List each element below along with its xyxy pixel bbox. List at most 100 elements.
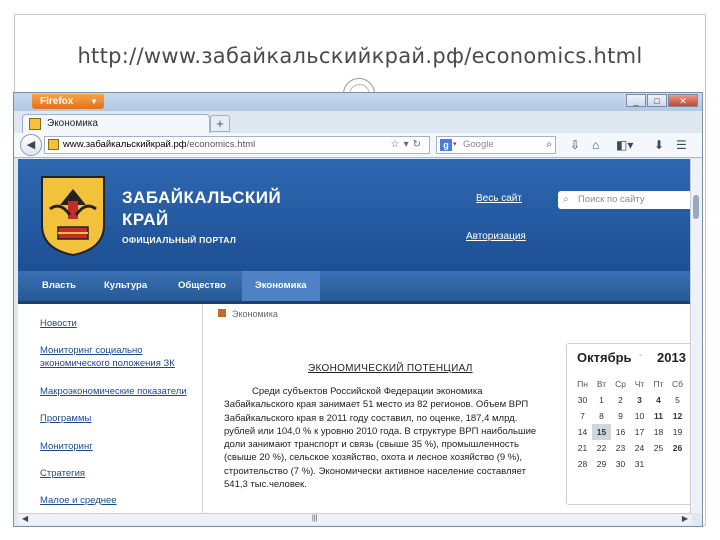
menu-item-obshchestvo[interactable]: Общество [178, 271, 226, 301]
calendar-day[interactable]: 28 [573, 456, 592, 472]
google-icon[interactable]: g [440, 139, 452, 151]
vertical-scroll-thumb[interactable] [693, 195, 699, 219]
search-icon: ⌕ [563, 194, 569, 205]
calendar-day[interactable]: 5 [668, 392, 687, 408]
sidebar: Новости Мониторинг социально экономическ… [18, 304, 203, 513]
save-icon[interactable]: ⬇ [654, 138, 664, 152]
whole-site-link[interactable]: Весь сайт [476, 193, 522, 204]
sidebar-item-programs[interactable]: Программы [40, 412, 91, 425]
maximize-button[interactable]: □ [647, 94, 667, 107]
calendar-weekday: Пт [653, 379, 664, 389]
calendar-day[interactable]: 17 [630, 424, 649, 440]
calendar-day[interactable]: 30 [573, 392, 592, 408]
calendar-day[interactable] [668, 456, 687, 472]
vertical-scrollbar[interactable] [690, 159, 702, 513]
firefox-menu-button[interactable]: Firefox ▼ [32, 94, 104, 109]
site-name: ЗАБАЙКАЛЬСКИЙ КРАЙ [122, 187, 281, 231]
site-header: ЗАБАЙКАЛЬСКИЙ КРАЙ ОФИЦИАЛЬНЫЙ ПОРТАЛ Ве… [18, 159, 692, 271]
home-breadcrumb-icon[interactable] [218, 309, 226, 317]
addon-icon[interactable]: ◧▾ [616, 138, 633, 152]
calendar-day-today[interactable]: 15 [592, 424, 611, 440]
back-button[interactable]: ◀ [20, 134, 42, 156]
breadcrumb: Экономика [218, 309, 278, 319]
sidebar-item-monitoring-1[interactable]: Мониторинг социально [40, 344, 143, 357]
site-search-placeholder: Поиск по сайту [578, 194, 645, 205]
scroll-right-icon[interactable]: ▶ [682, 514, 688, 523]
minimize-button[interactable]: _ [626, 94, 646, 107]
slide-title: http://www.забайкальскийкрай.рф/economic… [77, 44, 643, 68]
calendar-year[interactable]: 2013 [657, 350, 686, 365]
calendar-day[interactable]: 10 [630, 408, 649, 424]
tab-favicon-icon [29, 118, 41, 130]
close-button[interactable]: ✕ [668, 94, 698, 107]
sidebar-item-monitoring-2[interactable]: экономического положения ЗК [40, 357, 175, 370]
calendar-weekday: Чт [634, 379, 645, 389]
sidebar-item-small-business[interactable]: Малое и среднее [40, 494, 117, 507]
calendar-weekday: Сб [671, 379, 683, 389]
sidebar-item-macro[interactable]: Макроэкономические показатели [40, 385, 187, 398]
calendar-day[interactable]: 26 [668, 440, 687, 456]
calendar-day[interactable]: 11 [649, 408, 668, 424]
calendar-day[interactable]: 23 [611, 440, 630, 456]
calendar-day[interactable]: 30 [611, 456, 630, 472]
menu-icon[interactable]: ☰ [676, 138, 687, 152]
calendar-day[interactable]: 25 [649, 440, 668, 456]
calendar-day[interactable]: 3 [630, 392, 649, 408]
navigation-bar: ◀ www.забайкальскийкрай.рф/economics.htm… [14, 133, 702, 158]
calendar-day[interactable]: 1 [592, 392, 611, 408]
calendar-day[interactable]: 12 [668, 408, 687, 424]
engine-dropdown-icon[interactable]: ▾ [453, 137, 457, 153]
calendar-day[interactable]: 22 [592, 440, 611, 456]
sidebar-item-news[interactable]: Новости [40, 317, 77, 330]
url-bar-actions[interactable]: ☆▾↻ [391, 137, 425, 153]
calendar-weekday: Пн [577, 379, 588, 389]
calendar-day[interactable]: 8 [592, 408, 611, 424]
menu-item-ekonomika[interactable]: Экономика [242, 271, 320, 301]
calendar-widget: Октябрь - 2013 Пн Вт Ср Чт Пт Сб 30 1 2 … [566, 343, 692, 505]
site-search-input[interactable]: ⌕ Поиск по сайту [558, 191, 692, 209]
horizontal-scrollbar[interactable]: ◀ ||| ▶ [18, 513, 692, 525]
tab-economics[interactable]: Экономика [22, 114, 210, 133]
menu-item-vlast[interactable]: Власть [42, 271, 76, 301]
downloads-icon[interactable]: ⇩ [570, 138, 580, 152]
search-engine-label: Google [463, 139, 494, 150]
browser-window: Firefox ▼ _ □ ✕ Экономика + ◀ www.забайка… [13, 92, 703, 527]
tab-title: Экономика [47, 118, 98, 129]
sidebar-item-monitoring[interactable]: Мониторинг [40, 440, 93, 453]
search-go-icon[interactable]: ⌕ [546, 137, 552, 153]
calendar-day[interactable]: 2 [611, 392, 630, 408]
content-paragraph: Среди субъектов Российской Федерации эко… [224, 386, 537, 491]
menu-item-kultura[interactable]: Культура [104, 271, 147, 301]
calendar-day[interactable]: 4 [649, 392, 668, 408]
calendar-day[interactable]: 18 [649, 424, 668, 440]
scroll-left-icon[interactable]: ◀ [22, 514, 28, 523]
breadcrumb-current: Экономика [232, 309, 278, 319]
url-bar[interactable]: www.забайкальскийкрай.рф/economics.html … [44, 136, 430, 154]
new-tab-button[interactable]: + [210, 115, 230, 132]
url-path: /economics.html [186, 139, 256, 150]
calendar-day[interactable]: 16 [611, 424, 630, 440]
calendar-day[interactable]: 7 [573, 408, 592, 424]
calendar-grid: Пн Вт Ср Чт Пт Сб 30 1 2 3 4 5 7 8 9 10 … [573, 376, 687, 472]
site-name-line-1: ЗАБАЙКАЛЬСКИЙ [122, 188, 282, 207]
url-domain: www.забайкальскийкрай.рф [63, 139, 187, 150]
calendar-day[interactable]: 31 [630, 456, 649, 472]
calendar-month[interactable]: Октябрь [577, 350, 632, 365]
calendar-day[interactable]: 21 [573, 440, 592, 456]
calendar-weekday: Ср [615, 379, 626, 389]
calendar-day[interactable]: 9 [611, 408, 630, 424]
content-heading: ЭКОНОМИЧЕСКИЙ ПОТЕНЦИАЛ [308, 363, 473, 374]
search-bar[interactable]: g ▾ Google ⌕ [436, 136, 556, 154]
home-icon[interactable]: ⌂ [592, 138, 599, 152]
login-link[interactable]: Авторизация [466, 231, 526, 242]
sidebar-item-strategy[interactable]: Стратегия [40, 467, 85, 480]
calendar-day[interactable] [649, 456, 668, 472]
calendar-day[interactable]: 29 [592, 456, 611, 472]
scroll-grip-icon[interactable]: ||| [312, 515, 317, 522]
main-menu: Власть Культура Общество Экономика [18, 271, 692, 304]
calendar-day[interactable]: 19 [668, 424, 687, 440]
site-identity-icon [48, 139, 59, 150]
calendar-day[interactable]: 24 [630, 440, 649, 456]
calendar-day[interactable]: 14 [573, 424, 592, 440]
coat-of-arms-logo[interactable] [40, 175, 106, 257]
